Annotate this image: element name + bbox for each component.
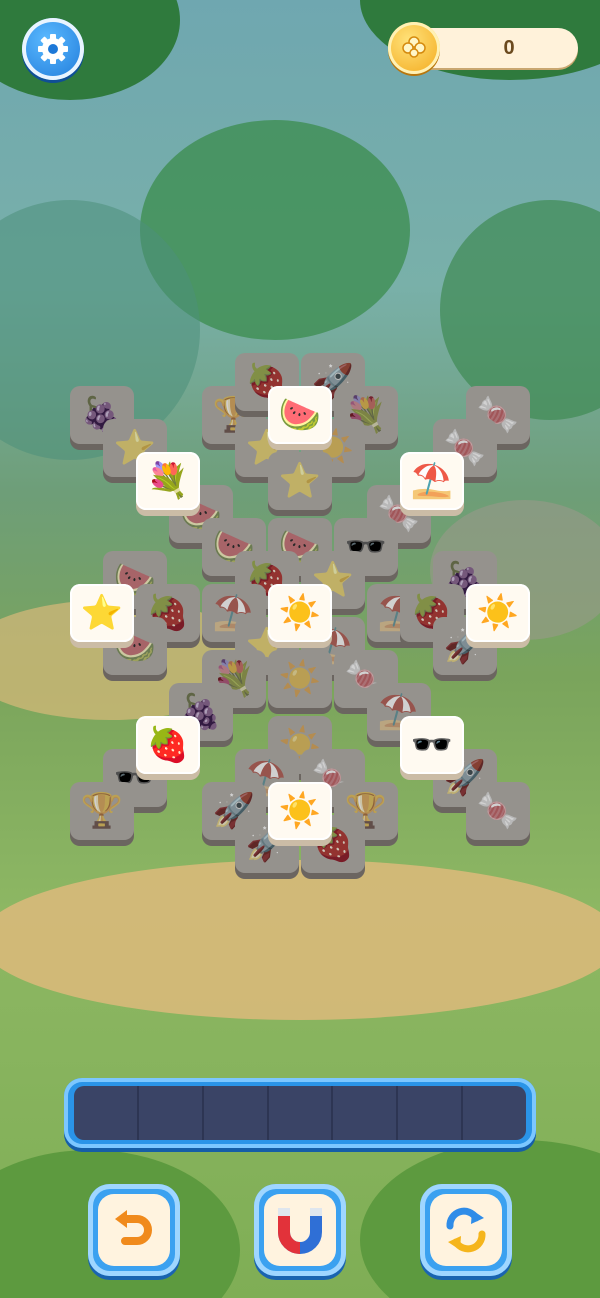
magnet-icon <box>278 1208 322 1254</box>
strawberry-icon: 🍓 <box>146 725 190 765</box>
umbrella-icon: ⛱️ <box>410 461 454 501</box>
tile-candy: 🍬 <box>466 782 530 846</box>
tray-slot <box>398 1086 464 1140</box>
tile-sun[interactable]: ☀️ <box>268 584 332 648</box>
star-icon: ⭐ <box>80 593 124 633</box>
shuffle-button[interactable] <box>420 1184 512 1276</box>
undo-arrow-icon <box>115 1210 152 1245</box>
tray-slot <box>74 1086 139 1140</box>
tile-umbrella[interactable]: ⛱️ <box>400 452 464 516</box>
tile-star: ⭐ <box>268 452 332 516</box>
gear-icon <box>38 34 68 64</box>
tray-slots <box>74 1086 526 1140</box>
tile-sunglasses[interactable]: 🕶️ <box>400 716 464 780</box>
candy-icon: 🍬 <box>476 791 520 831</box>
tile-strawberry[interactable]: 🍓 <box>136 716 200 780</box>
trophy-icon: 🏆 <box>80 791 124 831</box>
tile-sun: ☀️ <box>268 650 332 714</box>
tray-slot <box>333 1086 399 1140</box>
watermelon-icon: 🍉 <box>278 395 322 435</box>
tile-trophy: 🏆 <box>70 782 134 846</box>
dirt-path <box>0 860 600 1020</box>
coin-icon <box>388 22 440 74</box>
settings-button[interactable] <box>22 18 84 80</box>
tile-sun[interactable]: ☀️ <box>466 584 530 648</box>
tile-sun[interactable]: ☀️ <box>268 782 332 846</box>
tile-flowers[interactable]: 💐 <box>136 452 200 516</box>
sun-icon: ☀️ <box>278 659 322 699</box>
sun-icon: ☀️ <box>278 593 322 633</box>
tray-slot <box>269 1086 334 1140</box>
sun-icon: ☀️ <box>476 593 520 633</box>
sun-icon: ☀️ <box>278 791 322 831</box>
tile-watermelon[interactable]: 🍉 <box>268 386 332 450</box>
game-scene: 0 🍇 ⭐ 🏆 🍓 🚀 💐 🍬 🍬 ⭐ ☀️ ⭐ 🍉 🍬 🍉 🍉 🕶️ 🍉 🍓 ⭐ 🍇 🍓 ⛱️ ⛱️ 🍓 🍉 ⭐ ⛱️ 🚀 💐 ☀️ 🍬 🍇… <box>0 0 600 1298</box>
clover-icon <box>402 36 426 58</box>
sunglasses-icon: 🕶️ <box>410 725 454 765</box>
magnet-button[interactable] <box>254 1184 346 1276</box>
star-icon: ⭐ <box>278 461 322 501</box>
shuffle-icon <box>446 1207 486 1253</box>
tray-slot <box>463 1086 526 1140</box>
coin-count: 0 <box>503 37 515 59</box>
tray-slot <box>204 1086 269 1140</box>
undo-button[interactable] <box>88 1184 180 1276</box>
flowers-icon: 💐 <box>146 461 190 501</box>
tile-star[interactable]: ⭐ <box>70 584 134 648</box>
tray-slot <box>139 1086 204 1140</box>
